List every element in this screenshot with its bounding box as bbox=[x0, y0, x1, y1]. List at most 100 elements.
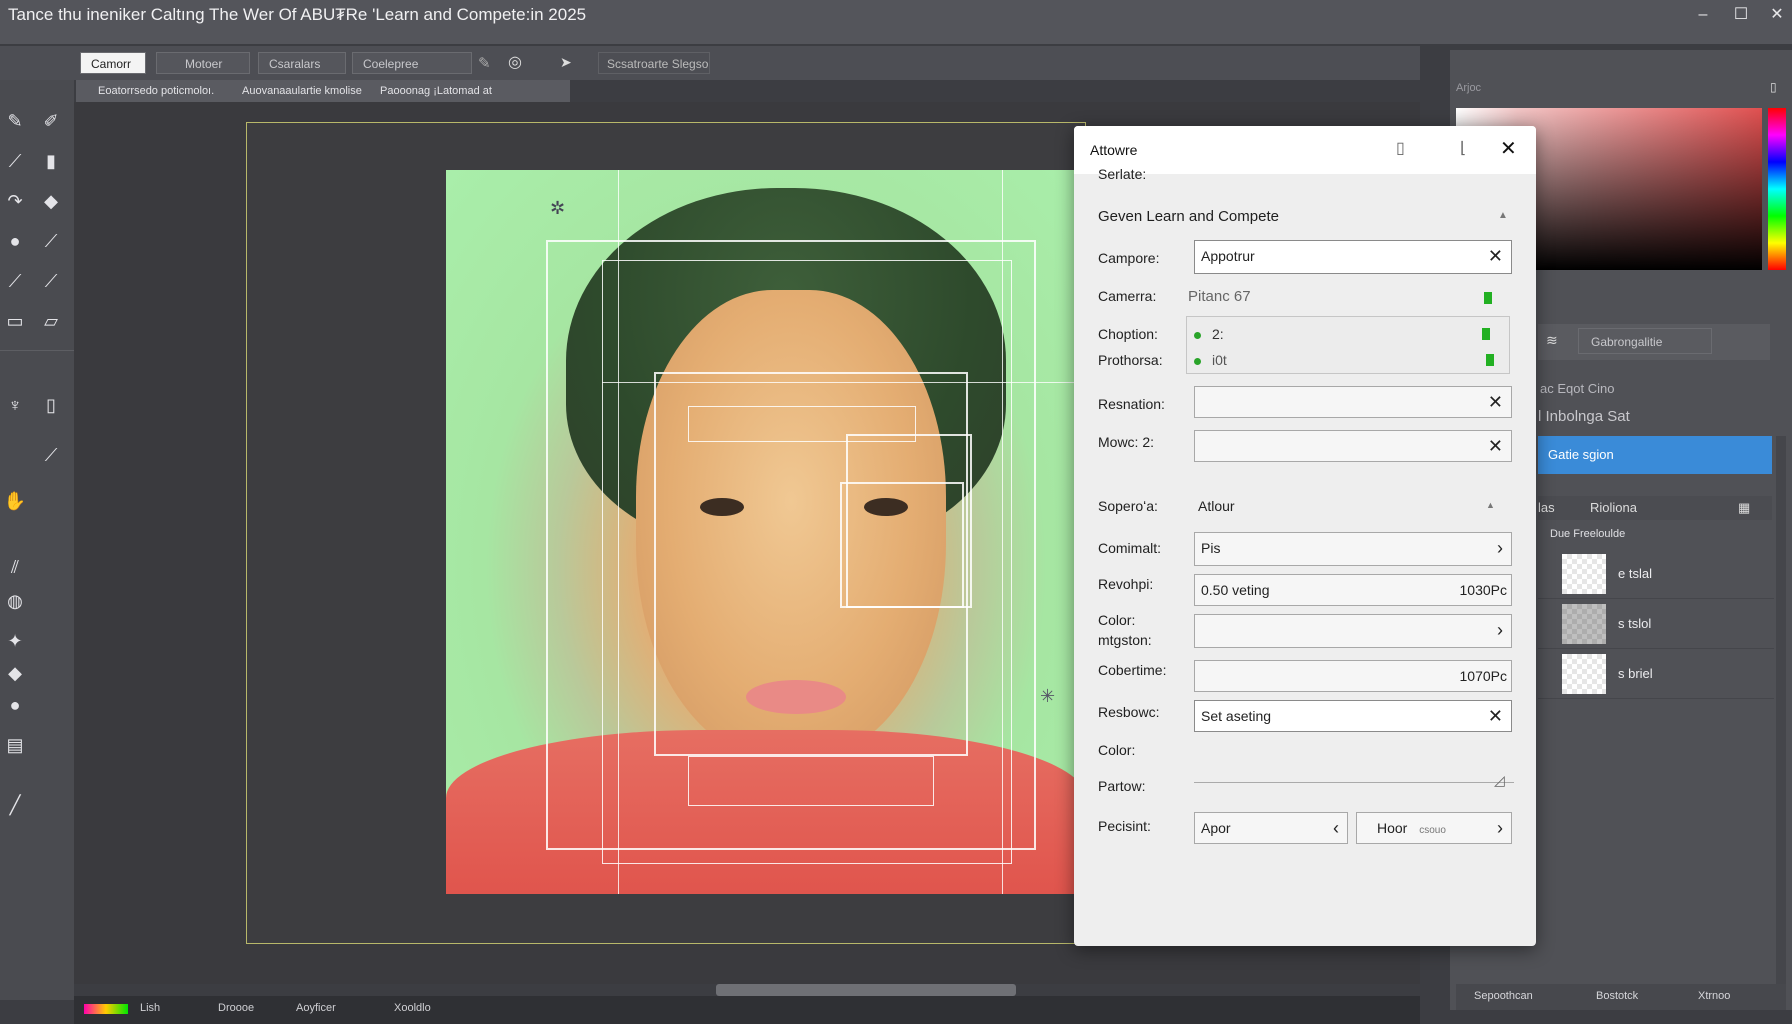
pecisint-input[interactable]: Apor ‹ bbox=[1194, 812, 1348, 844]
camerra-value[interactable]: Pitanc 67 bbox=[1188, 288, 1251, 305]
layers-icon[interactable]: ▤ bbox=[2, 732, 28, 758]
knife-icon[interactable]: ⟋ bbox=[38, 228, 64, 254]
prothorsa-value[interactable]: i0t bbox=[1212, 352, 1227, 368]
line-icon[interactable]: ⟋ bbox=[2, 148, 28, 174]
guide-frame[interactable] bbox=[688, 756, 934, 806]
clear-icon[interactable]: ✕ bbox=[1488, 431, 1503, 461]
sub-item-2[interactable]: Auovanaaulartie kmolise bbox=[242, 80, 362, 102]
footer-item[interactable]: Bostotck bbox=[1596, 990, 1638, 1002]
ruler-icon[interactable]: ▱ bbox=[38, 308, 64, 334]
clear-icon[interactable]: ✕ bbox=[1488, 387, 1503, 417]
cursor-icon[interactable]: ➤ bbox=[560, 54, 572, 71]
choption-value[interactable]: 2: bbox=[1212, 326, 1224, 342]
curve-icon[interactable]: ↷ bbox=[2, 188, 28, 214]
minimize-icon[interactable]: – bbox=[1686, 2, 1720, 28]
hand-icon[interactable]: ✋ bbox=[2, 488, 28, 514]
status-item[interactable]: Lish bbox=[140, 1002, 160, 1014]
clear-icon[interactable]: ✕ bbox=[1488, 241, 1503, 271]
horizontal-scrollbar[interactable] bbox=[716, 984, 1016, 996]
tab-csaralars[interactable]: Csaralars bbox=[258, 52, 346, 74]
pin-icon[interactable]: ▯ bbox=[1396, 138, 1405, 158]
collapse-icon[interactable]: ▲ bbox=[1498, 210, 1508, 221]
fill-icon[interactable]: ◆ bbox=[38, 188, 64, 214]
status-item[interactable]: Aoyficer bbox=[296, 1002, 336, 1014]
chevron-right-icon[interactable]: › bbox=[1497, 533, 1503, 563]
panel-row[interactable]: l Inbolnga Sat bbox=[1538, 400, 1772, 434]
resbowc-input[interactable]: Set aseting ✕ bbox=[1194, 700, 1512, 732]
guide-line[interactable] bbox=[618, 170, 619, 894]
comimalt-select[interactable]: Pis › bbox=[1194, 532, 1512, 566]
sopero-value[interactable]: Atlour bbox=[1198, 498, 1235, 514]
tab-rioliona[interactable]: Rioliona bbox=[1590, 500, 1637, 515]
pencil-icon[interactable]: ✐ bbox=[38, 108, 64, 134]
cup-icon[interactable]: ♆ bbox=[2, 392, 28, 418]
cobertime-label: Cobertime: bbox=[1098, 662, 1167, 678]
panel-menu-icon[interactable]: ▯ bbox=[1770, 80, 1777, 94]
panel-scrollbar[interactable] bbox=[1776, 436, 1786, 984]
hoor-button[interactable]: Hoor csouo › bbox=[1356, 812, 1512, 844]
tab-coelepree[interactable]: Coelepree bbox=[352, 52, 472, 74]
mowc-input[interactable]: ✕ bbox=[1194, 430, 1512, 462]
partow-slider[interactable] bbox=[1194, 782, 1514, 783]
footer-item[interactable]: Sepoothcan bbox=[1474, 990, 1533, 1002]
layer-row[interactable]: e tslal bbox=[1538, 550, 1774, 599]
revohpi-input[interactable]: 0.50 veting 1030Pc bbox=[1194, 574, 1512, 606]
selected-layer-row[interactable]: Gatie sgion bbox=[1538, 436, 1772, 474]
guide-frame[interactable] bbox=[688, 406, 916, 442]
sparkle-icon: ✲ bbox=[550, 198, 566, 218]
panel-button[interactable]: Gabrongalitie bbox=[1578, 328, 1712, 354]
frame-icon[interactable]: ▭ bbox=[2, 308, 28, 334]
close-icon[interactable]: ✕ bbox=[1760, 2, 1792, 28]
trash-icon[interactable]: ▦ bbox=[1738, 500, 1750, 516]
drop-icon[interactable]: ● bbox=[2, 228, 28, 254]
layer-row[interactable]: s tslol bbox=[1538, 600, 1774, 649]
title-bar: Tance thu ineniker Caltıng The Wer Of AB… bbox=[0, 0, 1792, 44]
dropper-icon[interactable]: ⟋ bbox=[38, 442, 64, 468]
sub-item-3[interactable]: Paooonag ¡Latomad at bbox=[380, 80, 492, 102]
status-item[interactable]: Xooldlo bbox=[394, 1002, 431, 1014]
smudge-icon[interactable]: ⟋ bbox=[2, 268, 28, 294]
globe-icon[interactable]: ◎ bbox=[508, 52, 522, 72]
portrait-image[interactable]: ✲ bbox=[446, 170, 1086, 894]
guide-frame[interactable] bbox=[840, 482, 964, 608]
chevron-left-icon[interactable]: ‹ bbox=[1333, 813, 1339, 843]
search-label[interactable]: Scsatroarte Slegso bbox=[598, 52, 710, 74]
wand-icon[interactable]: ✦ bbox=[2, 628, 28, 654]
brush-icon[interactable]: ✎ bbox=[2, 108, 28, 134]
tab-motoer[interactable]: Motoer bbox=[156, 52, 250, 74]
pen-icon[interactable]: ✎ bbox=[478, 54, 491, 72]
cobertime-input[interactable]: 1070Pc bbox=[1194, 660, 1512, 692]
guide-line[interactable] bbox=[1002, 170, 1003, 894]
circle-icon[interactable]: ● bbox=[2, 692, 28, 718]
pipette-icon[interactable]: ⟋ bbox=[38, 268, 64, 294]
resnation-input[interactable]: ✕ bbox=[1194, 386, 1512, 418]
layer-row[interactable]: s briel bbox=[1538, 650, 1774, 699]
palette-swatch[interactable] bbox=[84, 1004, 128, 1014]
sub-toolbar: Eoatorrsedo poticmoloı. Auovanaaulartie … bbox=[76, 80, 570, 102]
tab-las[interactable]: las bbox=[1538, 500, 1555, 515]
color-mtgston-select[interactable]: › bbox=[1194, 614, 1512, 648]
sub-item-1[interactable]: Eoatorrsedo poticmoloı. bbox=[98, 80, 214, 102]
bucket-icon[interactable]: ▯ bbox=[38, 392, 64, 418]
campore-input[interactable]: Appotrur ✕ bbox=[1194, 240, 1512, 274]
chevron-right-icon[interactable]: › bbox=[1497, 813, 1503, 843]
slider-handle-icon[interactable]: ◿ bbox=[1494, 772, 1505, 789]
hue-slider[interactable] bbox=[1768, 108, 1786, 270]
dock-icon[interactable]: ⌊ bbox=[1460, 138, 1466, 158]
footer-item[interactable]: Xtrnoo bbox=[1698, 990, 1730, 1002]
close-icon[interactable]: ✕ bbox=[1500, 136, 1517, 161]
slash-icon[interactable]: ╱ bbox=[2, 792, 28, 818]
stripe-icon[interactable]: ⫽ bbox=[2, 554, 28, 580]
guide-line[interactable] bbox=[602, 382, 1086, 383]
gauge-icon[interactable]: ◍ bbox=[2, 588, 28, 614]
clear-icon[interactable]: ✕ bbox=[1488, 701, 1503, 731]
status-item[interactable]: Droooe bbox=[218, 1002, 254, 1014]
diamond-icon[interactable]: ◆ bbox=[2, 660, 28, 686]
eraser-icon[interactable]: ▮ bbox=[38, 148, 64, 174]
maximize-icon[interactable]: ☐ bbox=[1724, 2, 1758, 28]
chevron-right-icon[interactable]: › bbox=[1497, 615, 1503, 645]
layer-name: s tslol bbox=[1618, 616, 1652, 631]
tab-camorr[interactable]: Camorr bbox=[80, 52, 146, 74]
layers-icon[interactable]: ≋ bbox=[1546, 332, 1558, 349]
collapse-icon[interactable]: ▲ bbox=[1486, 500, 1495, 510]
